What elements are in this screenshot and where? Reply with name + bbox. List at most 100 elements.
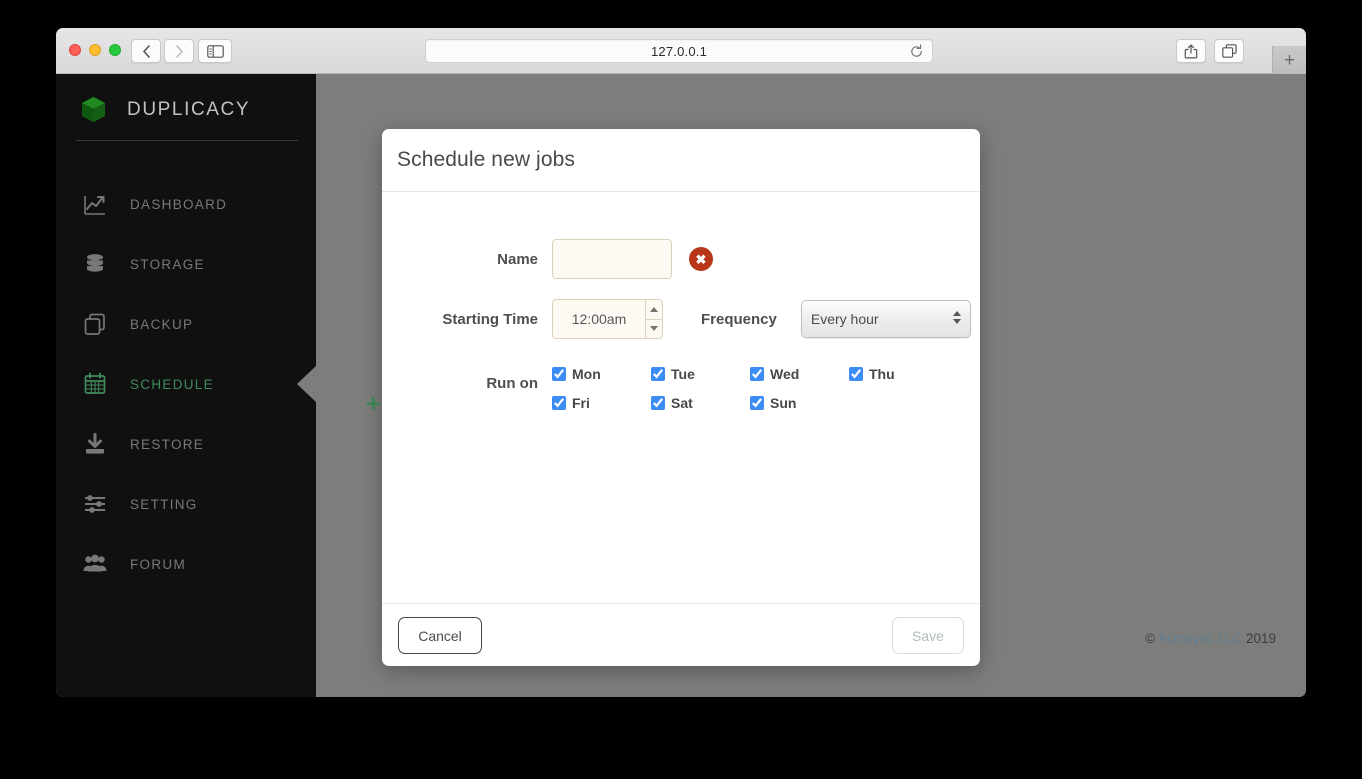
starting-time-stepper	[645, 299, 663, 339]
company-link[interactable]: Acrosync LLC	[1158, 631, 1242, 646]
share-icon	[1184, 44, 1198, 58]
duplicacy-cube-logo-icon	[82, 97, 105, 122]
sidebar-item-label: DASHBOARD	[130, 196, 228, 212]
name-label: Name	[497, 250, 538, 268]
brand-title: DUPLICACY	[127, 98, 251, 120]
day-label: Wed	[770, 366, 800, 382]
spinner-up-button[interactable]	[646, 300, 662, 320]
show-tabs-button[interactable]	[1214, 39, 1244, 63]
frequency-select[interactable]: Every hour	[800, 300, 971, 338]
name-row: Name ✖	[382, 239, 980, 279]
days-line-2: Fri Sat Sun	[552, 395, 948, 411]
run-on-days: Mon Tue Wed Thu Fri Sat Sun	[552, 360, 948, 411]
sidebar-toggle-icon	[206, 44, 224, 58]
days-line-1: Mon Tue Wed Thu	[552, 366, 948, 382]
day-label: Tue	[671, 366, 695, 382]
error-close-icon[interactable]: ✖	[689, 247, 713, 271]
starting-time-input[interactable]	[552, 299, 645, 339]
sidebar-item-storage[interactable]: STORAGE	[56, 234, 316, 294]
close-window-button[interactable]	[69, 44, 81, 56]
day-checkbox-tue[interactable]: Tue	[651, 366, 750, 382]
navigation-buttons	[131, 39, 194, 63]
day-checkbox-sat[interactable]: Sat	[651, 395, 750, 411]
day-label: Sun	[770, 395, 797, 411]
download-icon	[80, 429, 110, 459]
run-on-label: Run on	[486, 375, 538, 392]
spinner-up-icon	[650, 306, 658, 312]
frequency-control: Every hour	[777, 300, 971, 338]
cancel-button[interactable]: Cancel	[398, 617, 482, 654]
day-checkbox-fri[interactable]: Fri	[552, 395, 651, 411]
day-checkbox-input[interactable]	[651, 367, 665, 381]
tabs-icon	[1221, 44, 1237, 58]
day-checkbox-input[interactable]	[552, 367, 566, 381]
sidebar-nav: DASHBOARD STORAGE BACKUP SCHEDULE RESTOR…	[56, 174, 316, 594]
day-checkbox-wed[interactable]: Wed	[750, 366, 849, 382]
sidebar-item-setting[interactable]: SETTING	[56, 474, 316, 534]
forward-button[interactable]	[164, 39, 194, 63]
error-glyph: ✖	[695, 251, 707, 267]
new-tab-button[interactable]: +	[1272, 46, 1306, 74]
frequency-label: Frequency	[701, 310, 777, 328]
starting-time-row: Starting Time Frequency	[382, 299, 980, 339]
window-controls	[69, 44, 121, 56]
sidebar-item-dashboard[interactable]: DASHBOARD	[56, 174, 316, 234]
day-checkbox-input[interactable]	[750, 396, 764, 410]
chart-line-icon	[80, 189, 110, 219]
back-button[interactable]	[131, 39, 161, 63]
name-input[interactable]	[552, 239, 672, 279]
address-text: 127.0.0.1	[650, 43, 707, 59]
copyright-symbol: ©	[1145, 631, 1156, 646]
chevron-right-icon	[175, 44, 183, 58]
page-footer: © Acrosync LLC 2019	[1145, 631, 1276, 646]
day-checkbox-input[interactable]	[552, 396, 566, 410]
modal-body: Name ✖ Starting Time 12:00am Frequency E…	[382, 192, 980, 603]
share-button[interactable]	[1176, 39, 1206, 63]
sidebar-toggle-button[interactable]	[198, 39, 232, 63]
sliders-icon	[80, 489, 110, 519]
sidebar-item-label: BACKUP	[130, 316, 194, 332]
chevron-left-icon	[142, 44, 150, 58]
run-on-row: Run on Mon Tue Wed Thu Fri Sat Sun	[382, 360, 980, 411]
spinner-down-button[interactable]	[646, 320, 662, 339]
save-button[interactable]: Save	[892, 617, 964, 654]
browser-window: 127.0.0.1 + DUPLICACY DASHBOARD STORAGE …	[56, 28, 1306, 697]
day-label: Mon	[572, 366, 601, 382]
sidebar-item-label: FORUM	[130, 556, 186, 572]
sidebar-item-backup[interactable]: BACKUP	[56, 294, 316, 354]
new-tab-label: +	[1283, 49, 1296, 71]
minimize-window-button[interactable]	[89, 44, 101, 56]
calendar-icon	[80, 369, 110, 399]
modal-header: Schedule new jobs	[382, 129, 980, 192]
database-icon	[80, 249, 110, 279]
day-checkbox-sun[interactable]: Sun	[750, 395, 849, 411]
copyright-year: 2019	[1245, 631, 1276, 646]
sidebar-item-schedule[interactable]: SCHEDULE	[56, 354, 316, 414]
address-bar[interactable]: 127.0.0.1	[425, 39, 933, 63]
browser-toolbar: 127.0.0.1 +	[56, 28, 1306, 74]
day-checkbox-input[interactable]	[750, 367, 764, 381]
reload-button[interactable]	[909, 44, 924, 64]
day-checkbox-thu[interactable]: Thu	[849, 366, 948, 382]
day-checkbox-input[interactable]	[849, 367, 863, 381]
toolbar-right-buttons	[1176, 39, 1244, 63]
sidebar: DUPLICACY DASHBOARD STORAGE BACKUP SCHED…	[56, 74, 316, 697]
day-checkbox-input[interactable]	[651, 396, 665, 410]
day-checkbox-mon[interactable]: Mon	[552, 366, 651, 382]
modal-title: Schedule new jobs	[397, 148, 575, 171]
day-label: Thu	[869, 366, 895, 382]
sidebar-item-label: RESTORE	[130, 436, 205, 452]
sidebar-item-label: SETTING	[130, 496, 198, 512]
sidebar-item-label: SCHEDULE	[130, 376, 214, 392]
copy-icon	[80, 309, 110, 339]
sidebar-item-restore[interactable]: RESTORE	[56, 414, 316, 474]
day-label: Fri	[572, 395, 590, 411]
maximize-window-button[interactable]	[109, 44, 121, 56]
starting-time-label: Starting Time	[442, 310, 538, 328]
page-viewport: DUPLICACY DASHBOARD STORAGE BACKUP SCHED…	[56, 74, 1306, 697]
sidebar-item-forum[interactable]: FORUM	[56, 534, 316, 594]
add-schedule-button[interactable]: +	[366, 392, 381, 417]
reload-icon	[911, 44, 922, 57]
brand: DUPLICACY	[78, 94, 250, 125]
spinner-down-icon	[650, 326, 658, 332]
